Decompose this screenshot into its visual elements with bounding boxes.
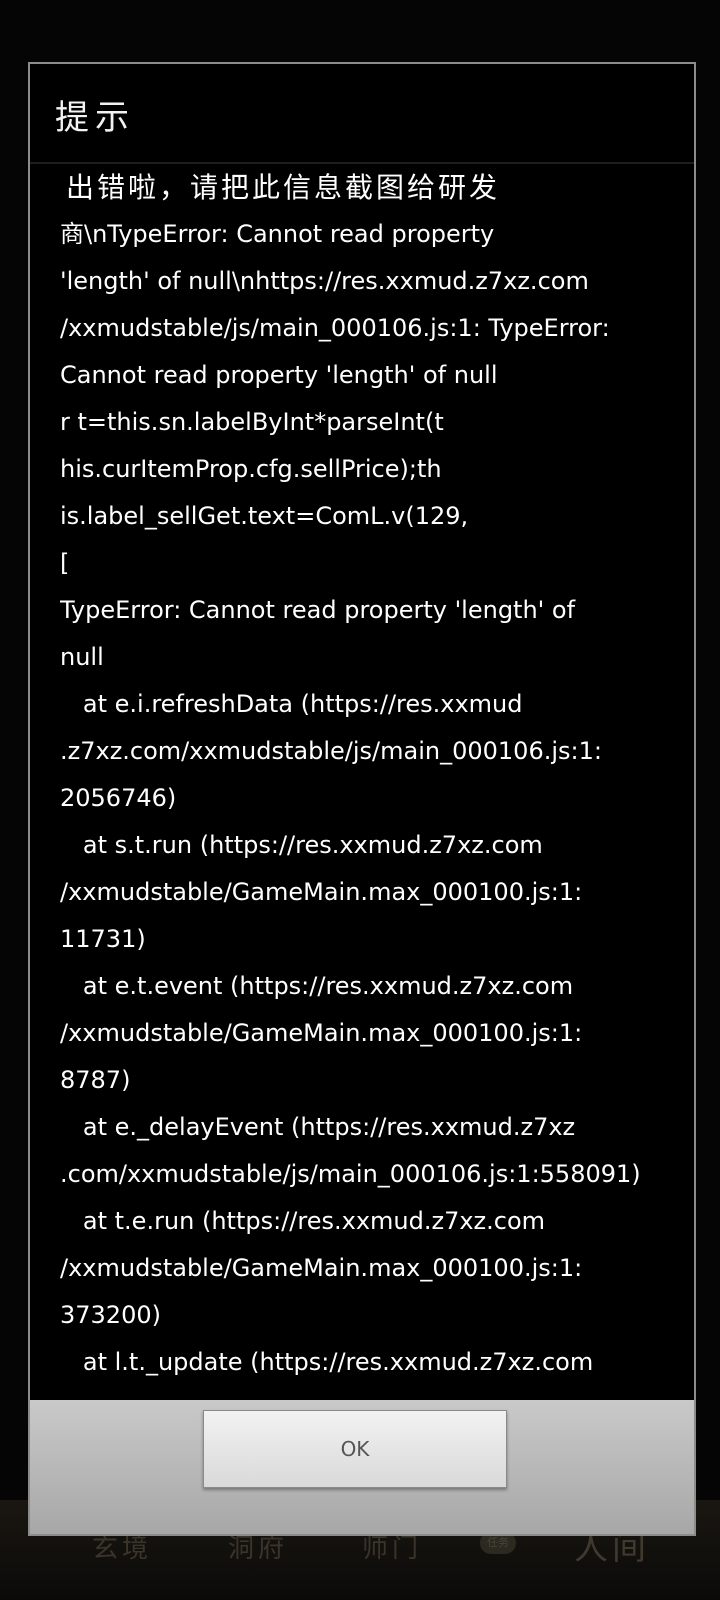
message-line: /xxmudstable/GameMain.max_000100.js:1: bbox=[60, 878, 583, 906]
dialog-header: 提示 bbox=[30, 64, 694, 164]
message-line: at e.t.event (https://res.xxmud.z7xz.com bbox=[60, 972, 574, 1000]
message-line: 2056746) bbox=[60, 784, 177, 812]
message-line: r t=this.sn.labelByInt*parseInt(t bbox=[60, 408, 444, 436]
message-line: TypeError: Cannot read property 'length'… bbox=[60, 596, 576, 624]
message-line: at l.t._update (https://res.xxmud.z7xz.c… bbox=[60, 1348, 594, 1376]
error-dialog: 提示 出错啦，请把此信息截图给研发 商\nTypeError: Cannot r… bbox=[28, 62, 696, 1536]
message-line: at s.t.run (https://res.xxmud.z7xz.com bbox=[60, 831, 543, 859]
message-line: 8787) bbox=[60, 1066, 131, 1094]
message-line: /xxmudstable/GameMain.max_000100.js:1: bbox=[60, 1019, 583, 1047]
message-line: 373200) bbox=[60, 1301, 161, 1329]
message-line: /xxmudstable/GameMain.max_000100.js:1: bbox=[60, 1254, 583, 1282]
message-line: .z7xz.com/xxmudstable/js/main_000106.js:… bbox=[60, 737, 602, 765]
message-line: /xxmudstable/js/main_000106.js:1: TypeEr… bbox=[60, 314, 610, 342]
message-line: 'length' of null\nhttps://res.xxmud.z7xz… bbox=[60, 267, 589, 295]
message-line: 出错啦，请把此信息截图给研发 bbox=[66, 171, 501, 204]
message-line: 商\nTypeError: Cannot read property bbox=[60, 220, 495, 248]
error-message[interactable]: 出错啦，请把此信息截图给研发 商\nTypeError: Cannot read… bbox=[60, 164, 682, 1479]
message-line: [ bbox=[60, 549, 70, 577]
dialog-footer: OK bbox=[30, 1400, 694, 1534]
message-line: 11731) bbox=[60, 925, 146, 953]
message-line: null bbox=[60, 643, 104, 671]
ok-button[interactable]: OK bbox=[203, 1410, 507, 1488]
dialog-title: 提示 bbox=[55, 98, 135, 138]
message-line: Cannot read property 'length' of null bbox=[60, 361, 498, 389]
message-line: is.label_sellGet.text=ComL.v(129, bbox=[60, 502, 469, 530]
message-line: .com/xxmudstable/js/main_000106.js:1:558… bbox=[60, 1160, 641, 1188]
message-line: at e._delayEvent (https://res.xxmud.z7xz bbox=[60, 1113, 576, 1141]
message-line: his.curItemProp.cfg.sellPrice);th bbox=[60, 455, 442, 483]
message-line: at e.i.refreshData (https://res.xxmud bbox=[60, 690, 523, 718]
message-line: at t.e.run (https://res.xxmud.z7xz.com bbox=[60, 1207, 546, 1235]
